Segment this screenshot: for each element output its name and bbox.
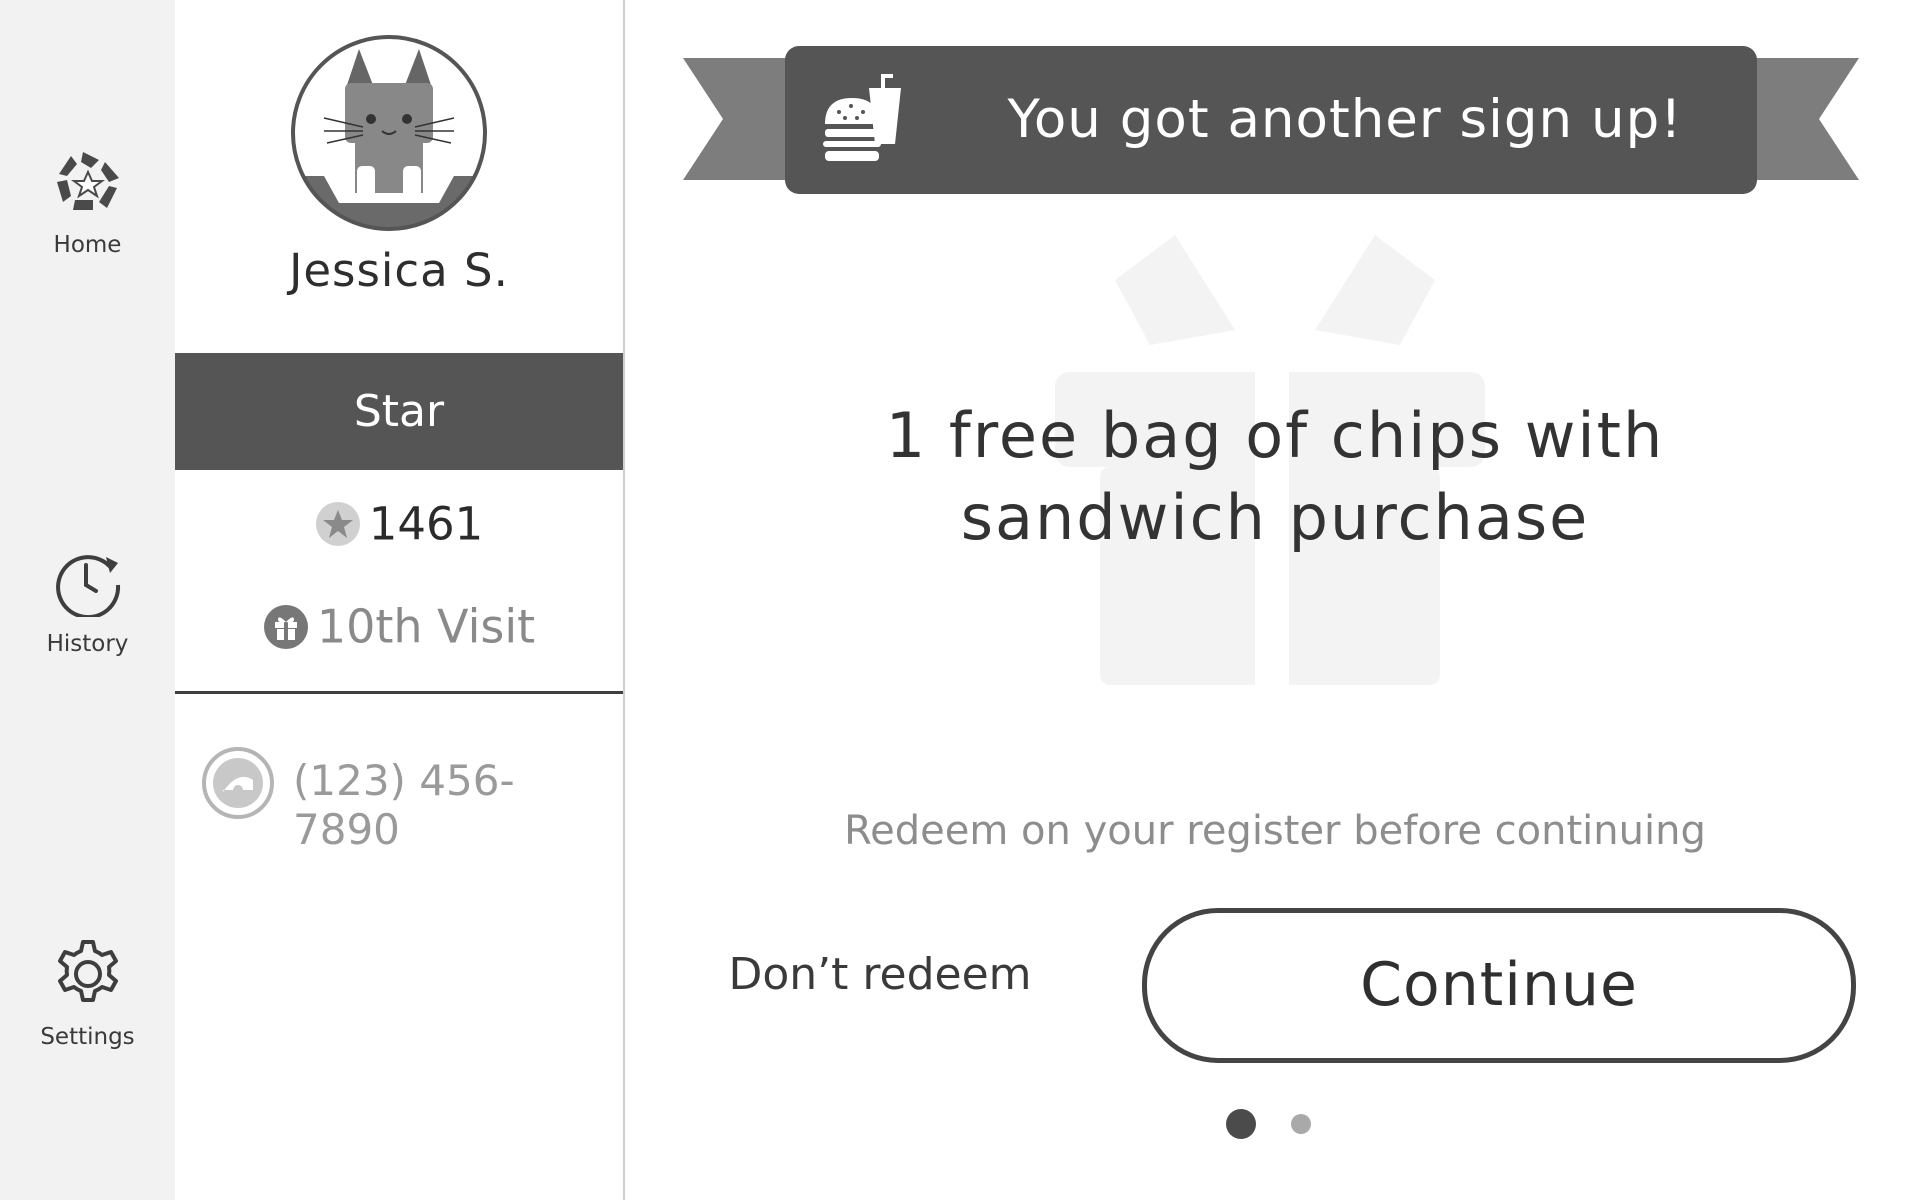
customer-panel: Jessica S. Star 1461 10th Visit (123) 45… <box>175 0 625 1200</box>
gift-icon <box>263 604 308 649</box>
nav-history[interactable]: History <box>0 545 175 657</box>
star-badge-icon <box>315 502 360 546</box>
burger-drink-icon <box>823 74 901 161</box>
history-clock-icon <box>55 555 120 617</box>
nav-home[interactable]: Home <box>0 148 175 258</box>
star-arrows-icon <box>56 152 119 210</box>
phone-number: (123) 456-7890 <box>293 756 515 854</box>
continue-button[interactable]: Continue <box>1142 908 1856 1063</box>
next-reward-row: 10th Visit <box>175 596 623 654</box>
points-row: 1461 <box>175 494 623 551</box>
customer-name: Jessica S. <box>289 244 509 297</box>
redeem-instructions: Redeem on your register before continuin… <box>844 808 1706 854</box>
signup-banner: You got another sign up! <box>785 46 1757 194</box>
avatar <box>289 33 489 233</box>
page-indicator-dot <box>1291 1114 1311 1134</box>
points-value: 1461 <box>368 497 484 551</box>
reward-title-line-2: sandwich purchase <box>960 481 1590 554</box>
panel-divider <box>175 691 623 694</box>
dont-redeem-button[interactable]: Don’t redeem <box>715 949 1045 1000</box>
phone-row: (123) 456-7890 <box>201 746 621 854</box>
card-icon <box>202 747 274 819</box>
reward-title-line-1: 1 free bag of chips with <box>885 399 1665 472</box>
page-indicator-dot-active <box>1226 1109 1256 1139</box>
nav-home-label: Home <box>53 232 122 258</box>
banner-title: You got another sign up! <box>1007 89 1683 150</box>
main-content: You got another sign up! 1 free bag of c… <box>625 0 1920 1200</box>
next-reward-label: 10th Visit <box>316 599 536 654</box>
gear-icon <box>57 940 118 1002</box>
nav-history-label: History <box>46 631 129 657</box>
nav-rail: Home History Settings <box>0 0 175 1200</box>
cat-avatar-icon <box>291 35 487 231</box>
nav-settings[interactable]: Settings <box>0 938 175 1050</box>
ribbon-tail-right <box>1749 58 1859 180</box>
reward-title: 1 free bag of chips with sandwich purcha… <box>685 395 1865 559</box>
tier-badge: Star <box>175 353 623 470</box>
ribbon-tail-left <box>683 58 793 180</box>
nav-settings-label: Settings <box>40 1024 135 1050</box>
